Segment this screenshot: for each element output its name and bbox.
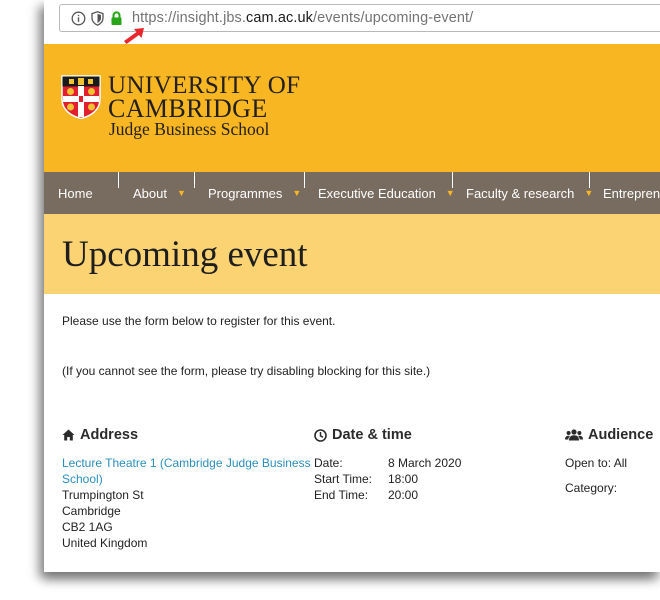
nav-item-label: About [133,185,167,201]
red-arrow-icon [124,28,144,44]
date-value: 8 March 2020 [388,456,462,470]
url-prefix: https://insight.jbs. [132,10,247,26]
address-heading: Address [62,427,138,443]
main-nav: Home About ▼ Programmes ▼ Executive Educat… [44,172,660,214]
nav-item-entrepreneurship[interactable]: Entreprene [603,172,660,214]
date-label: Date: [314,456,343,470]
datetime-heading: Date & time [314,427,412,443]
nav-item-home[interactable]: Home [58,172,93,214]
home-icon [62,429,75,441]
nav-item-about[interactable]: About ▼ [133,172,186,214]
url-host: cam.ac.uk [246,10,314,26]
address-line: Cambridge [62,504,121,518]
end-time-value: 20:00 [388,488,419,502]
start-time-label: Start Time: [314,472,373,486]
chevron-down-icon: ▼ [292,188,302,198]
nav-item-label: Programmes [208,185,283,201]
venue-link[interactable]: Lecture Theatre 1 (Cambridge Judge Busin… [62,455,312,487]
address-line: CB2 1AG [62,520,113,534]
intro-text: Please use the form below to register fo… [62,314,336,328]
info-icon[interactable] [71,11,86,26]
users-icon [565,429,583,441]
nav-item-programmes[interactable]: Programmes ▼ [208,172,301,214]
start-time-value: 18:00 [388,472,419,486]
nav-item-label: Executive Education [318,185,436,201]
nav-separator [452,172,453,188]
url-bar[interactable]: https://insight.jbs.cam.ac.uk/events/upc… [59,4,660,32]
chevron-down-icon: ▼ [584,188,594,198]
end-time-label: End Time: [314,488,369,502]
audience-heading: Audience [565,427,653,443]
nav-separator [118,172,119,188]
address-line: Trumpington St [62,488,144,502]
audience-heading-label: Audience [588,427,654,443]
logo-judge-business-school[interactable]: Judge Business School [109,120,269,139]
blocking-note: (If you cannot see the form, please try … [62,364,431,378]
university-crest-logo[interactable] [61,75,101,119]
chevron-down-icon: ▼ [176,188,186,198]
title-band: Upcoming event [44,214,660,294]
nav-item-label: Faculty & research [466,185,575,201]
nav-separator [304,172,305,188]
nav-separator [194,172,195,188]
chevron-down-icon: ▼ [445,188,455,198]
browser-window: https://insight.jbs.cam.ac.uk/events/upc… [44,0,660,572]
address-heading-label: Address [80,427,139,443]
address-line: United Kingdom [62,536,148,550]
open-to-text: Open to: All [565,456,628,470]
nav-item-faculty-research[interactable]: Faculty & research ▼ [466,172,593,214]
site-header: UNIVERSITY OF CAMBRIDGE Judge Business S… [44,44,660,172]
lock-icon[interactable] [110,10,123,26]
clock-icon [314,428,327,442]
url-text[interactable]: https://insight.jbs.cam.ac.uk/events/upc… [132,10,473,26]
nav-item-executive-education[interactable]: Executive Education ▼ [318,172,455,214]
shield-icon[interactable] [90,10,104,26]
nav-item-label: Home [58,185,93,201]
datetime-heading-label: Date & time [332,427,412,443]
category-label: Category: [565,481,618,495]
nav-separator [589,172,590,188]
nav-item-label: Entreprene [603,185,660,201]
page-title: Upcoming event [62,234,308,275]
url-path: /events/upcoming-event/ [313,10,474,26]
